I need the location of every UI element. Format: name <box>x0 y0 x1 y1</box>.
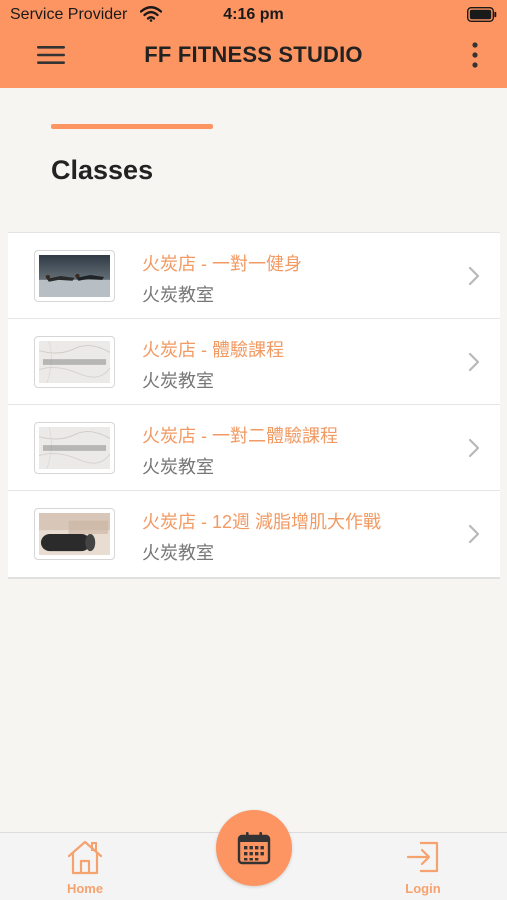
login-icon <box>406 841 439 873</box>
workout-photo-image <box>39 255 110 297</box>
chevron-right-icon <box>468 438 480 458</box>
class-location: 火炭教室 <box>142 457 214 477</box>
class-location: 火炭教室 <box>142 543 214 563</box>
battery-icon <box>467 7 497 22</box>
tab-home-label: Home <box>66 881 104 896</box>
class-title: 火炭店 - 一對一健身 <box>142 254 302 274</box>
chevron-right-icon <box>468 524 480 544</box>
status-bar: Service Provider 4:16 pm <box>0 0 507 30</box>
marble-logo-image <box>39 341 110 383</box>
class-row[interactable]: 火炭店 - 體驗課程 火炭教室 <box>8 319 500 405</box>
page-title: FF FITNESS STUDIO <box>144 42 363 67</box>
class-title: 火炭店 - 12週 減脂增肌大作戰 <box>142 512 382 532</box>
calendar-icon <box>237 832 271 865</box>
chevron-right-icon <box>468 352 480 372</box>
section-accent-bar <box>51 124 213 129</box>
class-thumbnail <box>34 422 115 474</box>
class-row[interactable]: 火炭店 - 12週 減脂增肌大作戰 火炭教室 <box>8 491 500 577</box>
app: Service Provider 4:16 pm FF FITNESS STUD… <box>0 0 507 900</box>
class-location: 火炭教室 <box>142 285 214 305</box>
class-thumbnail <box>34 336 115 388</box>
header: Service Provider 4:16 pm FF FITNESS STUD… <box>0 0 507 88</box>
class-row[interactable]: 火炭店 - 一對一健身 火炭教室 <box>8 233 500 319</box>
tab-login[interactable]: Login <box>378 833 468 900</box>
calendar-button[interactable] <box>216 810 292 886</box>
class-row[interactable]: 火炭店 - 一對二體驗課程 火炭教室 <box>8 405 500 491</box>
section-title: Classes <box>51 155 154 185</box>
foam-roller-photo-image <box>39 513 110 555</box>
class-thumbnail <box>34 508 115 560</box>
home-icon <box>67 840 103 875</box>
chevron-right-icon <box>468 266 480 286</box>
tab-home[interactable]: Home <box>40 833 130 900</box>
class-thumbnail <box>34 250 115 302</box>
tab-login-label: Login <box>405 881 441 896</box>
more-vertical-icon[interactable] <box>464 40 486 70</box>
status-time: 4:16 pm <box>223 6 284 23</box>
class-list: 火炭店 - 一對一健身 火炭教室 火炭店 - 體驗課程 火炭教室 火炭店 - 一… <box>8 232 500 579</box>
marble-logo-image <box>39 427 110 469</box>
class-title: 火炭店 - 體驗課程 <box>142 340 284 360</box>
class-location: 火炭教室 <box>142 371 214 391</box>
class-title: 火炭店 - 一對二體驗課程 <box>142 426 338 446</box>
